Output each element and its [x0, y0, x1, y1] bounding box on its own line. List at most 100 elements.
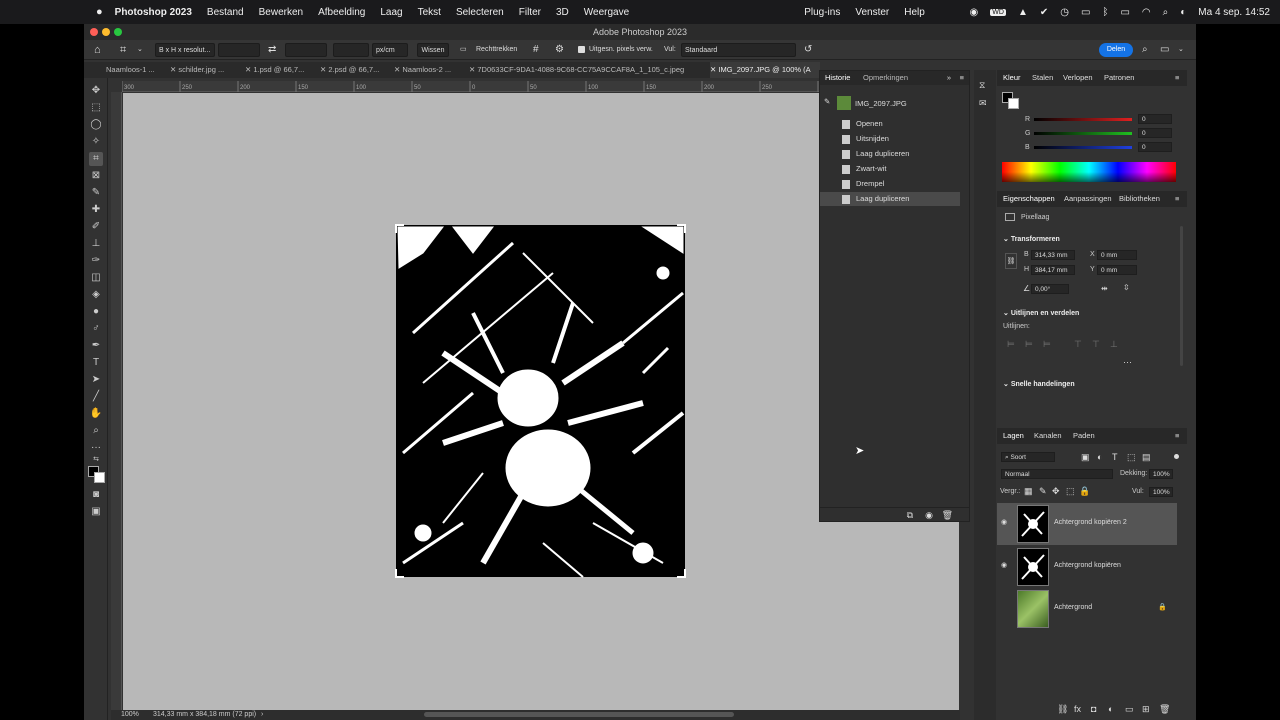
wifi-icon[interactable]: ◠ [1142, 7, 1151, 18]
menu-tekst[interactable]: Tekst [418, 7, 441, 18]
clock-icon[interactable]: ◷ [1060, 7, 1069, 18]
menu-filter[interactable]: Filter [519, 7, 541, 18]
opacity-field[interactable]: 100% [1149, 469, 1173, 479]
channel-value[interactable]: 0 [1138, 128, 1172, 138]
menu-afbeelding[interactable]: Afbeelding [318, 7, 365, 18]
history-step[interactable]: Uitsnijden [820, 132, 960, 146]
visibility-empty-icon[interactable] [1001, 603, 1011, 613]
doc-tab-active[interactable]: ✕ IMG_2097.JPG @ 100% (A [710, 62, 820, 78]
workspace-icon[interactable]: ▭ [1160, 43, 1169, 57]
marquee-tool-icon[interactable]: ⬚ [89, 101, 103, 115]
fx-icon[interactable]: fx [1074, 704, 1081, 714]
x-field[interactable]: 0 mm [1097, 250, 1137, 260]
hand-tool-icon[interactable]: ✋ [89, 407, 103, 421]
menu-laag[interactable]: Laag [380, 7, 402, 18]
flip-horizontal-icon[interactable]: ⇹ [1101, 284, 1108, 293]
eye-icon[interactable]: ◉ [1001, 518, 1007, 526]
new-layer-icon[interactable]: ⊞ [1142, 704, 1150, 715]
adjustment-layer-icon[interactable]: ◐ [1108, 704, 1113, 714]
history-step[interactable]: Drempel [820, 177, 960, 191]
app-menu[interactable]: Photoshop 2023 [115, 7, 192, 18]
filter-pixel-icon[interactable]: ▣ [1081, 452, 1090, 463]
resolution-field[interactable] [333, 43, 369, 57]
battery-icon[interactable]: ▭ [1120, 7, 1129, 18]
width-field[interactable]: 314,33 mm [1031, 250, 1075, 260]
apple-icon[interactable]: ● [96, 6, 103, 18]
brush-source-icon[interactable]: ✎ [824, 95, 830, 109]
eye-icon[interactable]: ◉ [1001, 561, 1007, 569]
lock-paint-icon[interactable]: ✎ [1039, 486, 1047, 497]
zoom-tool-icon[interactable]: ⌕ [89, 424, 103, 438]
camera-icon[interactable]: ◉ [925, 510, 933, 521]
panel-menu-icon[interactable]: ≡ [1175, 191, 1179, 207]
color-spectrum[interactable] [1002, 162, 1176, 182]
delete-layer-icon[interactable]: 🗑 [1159, 704, 1170, 715]
background-color-swatch[interactable] [94, 472, 105, 483]
tab-swatches[interactable]: Stalen [1032, 70, 1053, 86]
zoom-level[interactable]: 100% [121, 710, 139, 720]
clear-button[interactable]: Wissen [417, 43, 449, 57]
close-window-button[interactable] [90, 28, 98, 36]
minimize-window-button[interactable] [102, 28, 110, 36]
move-tool-icon[interactable]: ✥ [89, 84, 103, 98]
share-button[interactable]: Delen [1099, 43, 1133, 57]
frame-tool-icon[interactable]: ⊠ [89, 169, 103, 183]
height-field[interactable]: 384,17 mm [1031, 265, 1075, 275]
trash-icon[interactable]: 🗑 [942, 510, 953, 521]
stamp-tool-icon[interactable]: ⊥ [89, 237, 103, 251]
tab-gradients[interactable]: Verlopen [1063, 70, 1093, 86]
doc-tab[interactable]: ✕ 2.psd @ 66,7... [320, 62, 392, 78]
transform-section-toggle[interactable]: ⌄ Transformeren [1003, 235, 1060, 243]
align-bottom-icon[interactable]: ⊥ [1110, 339, 1118, 350]
doc-tab[interactable]: Naamloos-1 ... [106, 62, 172, 78]
lock-transparency-icon[interactable]: ▦ [1024, 486, 1033, 497]
more-options-icon[interactable]: ··· [1123, 357, 1132, 367]
brush-tool-icon[interactable]: ✐ [89, 220, 103, 234]
swap-icon[interactable]: ⇄ [268, 43, 276, 57]
home-icon[interactable]: ⌂ [94, 43, 101, 57]
quick-mask-icon[interactable]: ◙ [89, 488, 103, 502]
panel-menu-icon[interactable]: ≡ [1175, 428, 1179, 444]
menu-bestand[interactable]: Bestand [207, 7, 244, 18]
new-group-icon[interactable]: ▭ [1125, 704, 1134, 715]
type-tool-icon[interactable]: T [89, 356, 103, 370]
history-snapshot[interactable]: ✎ IMG_2097.JPG [820, 95, 960, 113]
panel-menu-icon[interactable]: ≡ [960, 71, 964, 85]
check-icon[interactable]: ✔ [1040, 7, 1048, 18]
layer-name[interactable]: Achtergrond [1054, 604, 1092, 611]
spotlight-icon[interactable]: ⌕ [1163, 7, 1169, 18]
link-layers-icon[interactable]: ⛓ [1057, 704, 1068, 715]
angle-field[interactable]: 0,00° [1031, 284, 1069, 294]
menu-3d[interactable]: 3D [556, 7, 569, 18]
history-step[interactable]: Laag dupliceren [820, 147, 960, 161]
display-icon[interactable]: ▭ [1081, 7, 1090, 18]
y-field[interactable]: 0 mm [1097, 265, 1137, 275]
straighten-icon[interactable]: ▭ [460, 43, 467, 57]
align-middle-v-icon[interactable]: ⊤ [1092, 339, 1100, 350]
bluetooth-icon[interactable]: ᛒ [1102, 7, 1108, 18]
record-icon[interactable]: ◉ [970, 7, 979, 18]
filter-shape-icon[interactable]: ⬚ [1127, 452, 1136, 463]
width-field[interactable] [218, 43, 260, 57]
reset-icon[interactable]: ↺ [804, 43, 812, 57]
layer-fill-field[interactable]: 100% [1149, 487, 1173, 497]
lock-all-icon[interactable]: 🔒 [1079, 486, 1090, 497]
control-center-icon[interactable]: ◐ [1180, 7, 1186, 18]
filter-toggle[interactable] [1174, 454, 1179, 459]
chevron-right-icon[interactable]: › [261, 710, 263, 720]
tab-properties[interactable]: Eigenschappen [1003, 191, 1055, 207]
comments-panel-icon[interactable]: ✉ [979, 98, 987, 109]
horizontal-scrollbar[interactable] [424, 712, 734, 717]
menu-selecteren[interactable]: Selecteren [456, 7, 504, 18]
align-left-icon[interactable]: ⊨ [1007, 339, 1015, 350]
channel-value[interactable]: 0 [1138, 114, 1172, 124]
unit-select[interactable]: px/cm [372, 43, 408, 57]
eraser-icon[interactable]: ◫ [89, 271, 103, 285]
paint-bucket-icon[interactable]: ◈ [89, 288, 103, 302]
tab-comments[interactable]: Opmerkingen [863, 71, 908, 85]
menu-help[interactable]: Help [904, 7, 925, 18]
tab-history[interactable]: Historie [825, 71, 850, 85]
chevron-down-icon[interactable]: ⌄ [137, 43, 143, 57]
layer-row[interactable]: ◉ Achtergrond kopiëren [997, 546, 1177, 588]
history-step[interactable]: Zwart-wit [820, 162, 960, 176]
